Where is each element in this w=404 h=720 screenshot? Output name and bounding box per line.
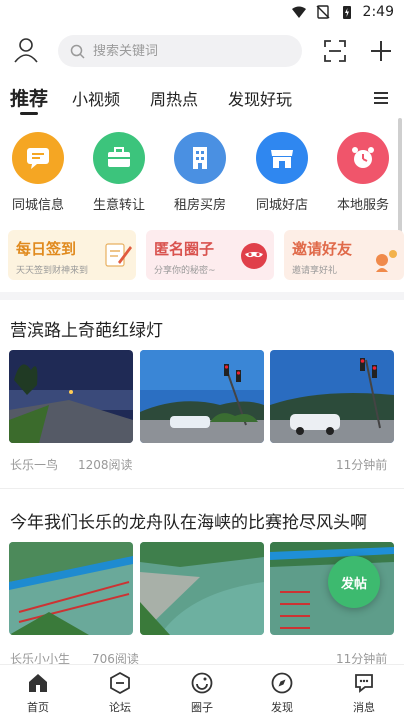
nav-label: 圈子 xyxy=(191,701,213,714)
alarm-clock-icon xyxy=(337,132,389,184)
active-tab-indicator xyxy=(20,112,38,115)
tab-discover-fun[interactable]: 发现好玩 xyxy=(228,86,292,110)
briefcase-icon xyxy=(93,132,145,184)
search-icon xyxy=(70,44,85,59)
quick-links: 同城信息 生意转让 租房买房 同城好店 本地服务 xyxy=(0,132,404,218)
create-post-button[interactable]: 发帖 xyxy=(328,556,380,608)
quick-link-good-stores[interactable]: 同城好店 xyxy=(247,132,317,213)
battery-charging-icon xyxy=(342,6,351,19)
nav-forum[interactable]: 论坛 xyxy=(90,671,150,715)
tab-short-video[interactable]: 小视频 xyxy=(72,86,120,110)
building-icon xyxy=(174,132,226,184)
post-title[interactable]: 营滨路上奇葩红绿灯 xyxy=(10,316,163,341)
post-time: 11分钟前 xyxy=(336,458,388,472)
nav-label: 消息 xyxy=(353,701,375,714)
scan-icon[interactable] xyxy=(322,38,348,64)
post-author[interactable]: 长乐一鸟 xyxy=(10,456,58,473)
status-bar: 2:49 xyxy=(0,0,404,24)
banner-daily-checkin[interactable]: 每日签到 天天签到财神来到 xyxy=(8,230,136,280)
section-divider xyxy=(0,292,404,300)
quick-link-label: 本地服务 xyxy=(336,198,389,213)
pencil-note-icon xyxy=(105,243,132,267)
circle-icon xyxy=(191,672,213,694)
quick-link-city-info[interactable]: 同城信息 xyxy=(3,132,73,213)
search-bar[interactable] xyxy=(58,35,302,67)
post-card[interactable]: 营滨路上奇葩红绿灯 长乐一鸟 1208阅读 11分钟前 xyxy=(0,300,404,490)
quick-link-label: 同城信息 xyxy=(11,198,64,213)
post-divider xyxy=(0,488,404,489)
home-icon xyxy=(29,674,47,692)
nav-label: 发现 xyxy=(271,701,293,714)
promo-banners: 每日签到 天天签到财神来到 匿名圈子 分享你的秘密~ 邀请好友 邀请享好礼 xyxy=(8,230,404,282)
top-bar xyxy=(0,30,404,72)
post-reads: 1208阅读 xyxy=(78,458,133,472)
wifi-icon xyxy=(291,6,306,18)
message-bubble-icon xyxy=(355,674,373,693)
avatar-icon[interactable] xyxy=(12,36,40,64)
status-time: 2:49 xyxy=(362,4,394,20)
quick-link-label: 同城好店 xyxy=(255,198,308,213)
traffic-light-photo[interactable] xyxy=(140,350,264,443)
nav-label: 论坛 xyxy=(109,701,131,714)
nav-circle[interactable]: 圈子 xyxy=(172,671,232,715)
forum-icon xyxy=(110,671,130,695)
create-post-label: 发帖 xyxy=(340,576,367,592)
quick-link-housing[interactable]: 租房买房 xyxy=(165,132,235,213)
bottom-nav: 首页 论坛 圈子 发现 消息 xyxy=(0,664,404,720)
quick-link-business-transfer[interactable]: 生意转让 xyxy=(84,132,154,213)
message-icon xyxy=(12,132,64,184)
tab-recommend[interactable]: 推荐 xyxy=(10,84,48,111)
nav-label: 首页 xyxy=(27,701,49,714)
banner-anonymous-circle[interactable]: 匿名圈子 分享你的秘密~ xyxy=(146,230,274,280)
tab-weekly-hot[interactable]: 周热点 xyxy=(150,86,198,110)
quick-link-label: 生意转让 xyxy=(92,198,145,213)
store-icon xyxy=(256,132,308,184)
dragon-boat-aerial-photo-1[interactable] xyxy=(9,542,133,635)
search-input[interactable] xyxy=(93,43,273,59)
post-title[interactable]: 今年我们长乐的龙舟队在海峡的比赛抢尽风头啊 xyxy=(10,508,367,533)
no-sim-icon xyxy=(316,5,330,19)
discover-icon xyxy=(271,672,293,694)
dragon-boat-aerial-photo-2[interactable] xyxy=(140,542,264,635)
category-tabs: 推荐 小视频 周热点 发现好玩 xyxy=(0,82,404,118)
mask-icon xyxy=(241,243,267,269)
menu-icon[interactable] xyxy=(372,90,390,106)
night-road-photo[interactable] xyxy=(9,350,133,443)
plus-icon[interactable] xyxy=(368,38,394,64)
nav-home[interactable]: 首页 xyxy=(8,671,68,715)
nav-discover[interactable]: 发现 xyxy=(252,671,312,715)
quick-link-local-services[interactable]: 本地服务 xyxy=(328,132,398,213)
nav-messages[interactable]: 消息 xyxy=(334,671,394,715)
quick-link-label: 租房买房 xyxy=(173,198,226,213)
invite-icon xyxy=(376,250,397,272)
banner-invite-friends[interactable]: 邀请好友 邀请享好礼 xyxy=(284,230,404,280)
traffic-light-car-photo[interactable] xyxy=(270,350,394,443)
